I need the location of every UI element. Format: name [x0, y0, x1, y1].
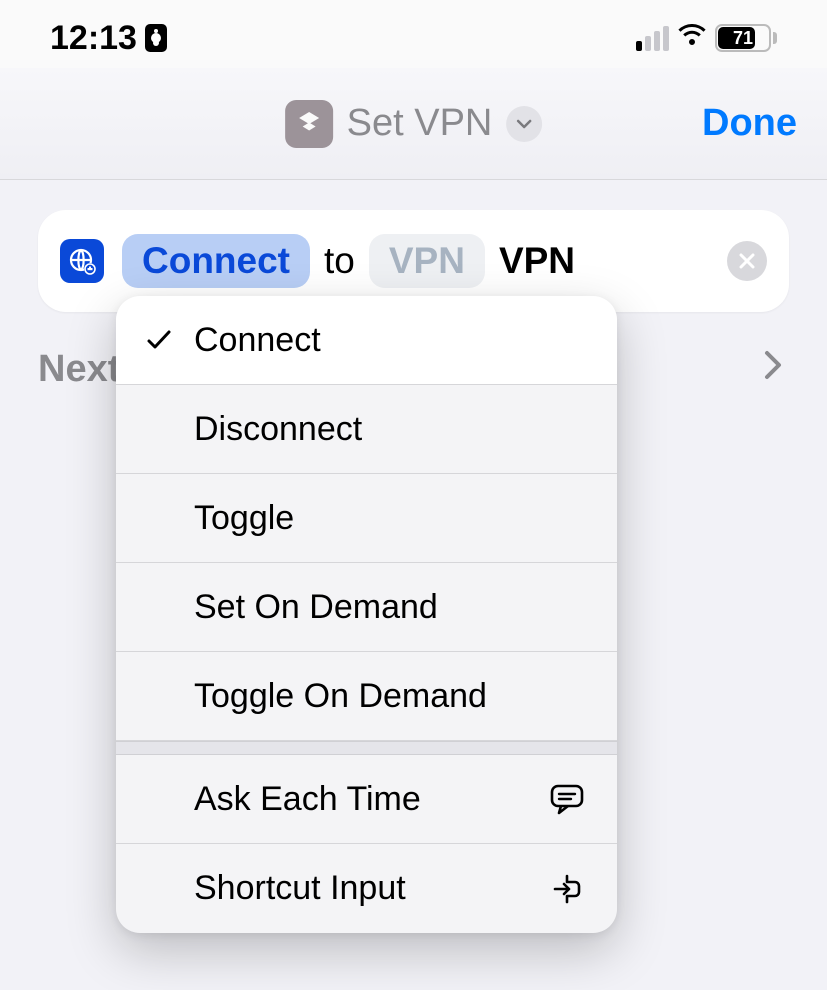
input-arrow-icon — [547, 872, 587, 906]
dropdown-item-shortcut-input[interactable]: Shortcut Input — [116, 844, 617, 933]
to-label: to — [324, 240, 355, 282]
done-button[interactable]: Done — [702, 102, 797, 145]
cellular-icon — [636, 26, 669, 51]
chevron-right-icon — [763, 348, 783, 391]
dropdown-item-toggle[interactable]: Toggle — [116, 474, 617, 563]
action-token-row: Connect to VPN VPN — [122, 234, 709, 288]
portrait-lock-icon — [145, 24, 167, 52]
wifi-icon — [677, 24, 707, 53]
dropdown-item-ask-each-time[interactable]: Ask Each Time — [116, 755, 617, 844]
operation-token[interactable]: Connect — [122, 234, 310, 288]
dropdown-section-divider — [116, 741, 617, 755]
vpn-parameter-token[interactable]: VPN — [369, 234, 485, 288]
dropdown-item-label: Set On Demand — [194, 588, 587, 627]
status-left: 12:13 — [50, 19, 167, 58]
dropdown-item-label: Shortcut Input — [194, 869, 529, 908]
operation-dropdown: Connect Disconnect Toggle Set On Demand … — [116, 296, 617, 933]
next-action-label: Next — [38, 348, 120, 391]
dropdown-item-label: Toggle On Demand — [194, 677, 587, 716]
dropdown-item-label: Ask Each Time — [194, 780, 529, 819]
content-area: Connect to VPN VPN Next Connect Disconne… — [0, 180, 827, 421]
battery-indicator: 71 — [715, 24, 777, 52]
checkmark-icon — [142, 328, 176, 352]
vpn-globe-icon — [60, 239, 104, 283]
status-time: 12:13 — [50, 19, 137, 58]
speech-bubble-icon — [547, 783, 587, 815]
navigation-bar: Set VPN Done — [0, 68, 827, 180]
dropdown-item-toggle-on-demand[interactable]: Toggle On Demand — [116, 652, 617, 741]
dropdown-item-label: Disconnect — [194, 410, 587, 449]
header-center[interactable]: Set VPN — [285, 100, 543, 148]
page-title: Set VPN — [347, 102, 493, 145]
dropdown-item-connect[interactable]: Connect — [116, 296, 617, 385]
vpn-suffix-label: VPN — [499, 240, 575, 282]
status-right: 71 — [636, 24, 777, 53]
clear-action-button[interactable] — [727, 241, 767, 281]
shortcuts-app-icon — [285, 100, 333, 148]
status-bar: 12:13 71 — [0, 0, 827, 68]
dropdown-item-disconnect[interactable]: Disconnect — [116, 385, 617, 474]
dropdown-item-label: Connect — [194, 321, 587, 360]
dropdown-item-label: Toggle — [194, 499, 587, 538]
chevron-down-icon[interactable] — [506, 106, 542, 142]
dropdown-item-set-on-demand[interactable]: Set On Demand — [116, 563, 617, 652]
battery-percentage: 71 — [733, 28, 753, 49]
